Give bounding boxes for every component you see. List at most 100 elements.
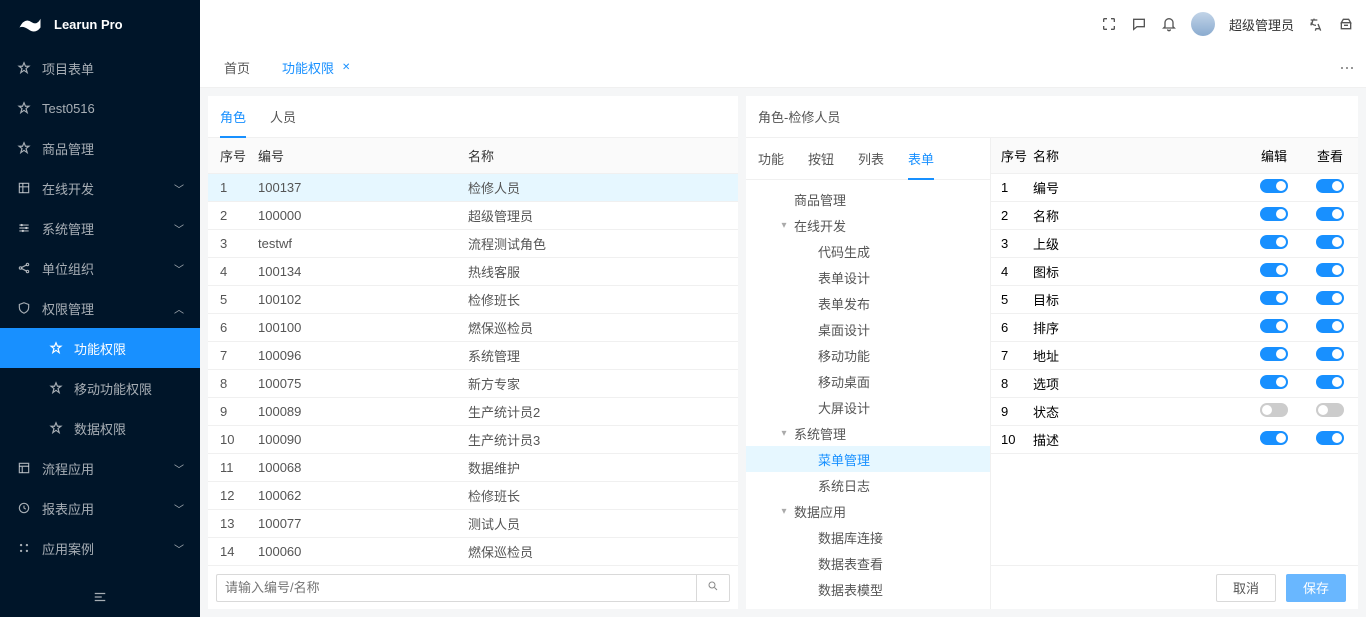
table-row[interactable]: 2100000超级管理员: [208, 202, 738, 230]
view-switch[interactable]: [1316, 403, 1344, 417]
edit-switch[interactable]: [1260, 179, 1288, 193]
table-row[interactable]: 8100075新方专家: [208, 370, 738, 398]
sidebar-item[interactable]: 项目表单: [0, 48, 200, 88]
theme-icon[interactable]: [1338, 16, 1354, 32]
view-switch[interactable]: [1316, 319, 1344, 333]
table-row[interactable]: 7100096系统管理: [208, 342, 738, 370]
edit-switch[interactable]: [1260, 319, 1288, 333]
bell-icon[interactable]: [1161, 16, 1177, 32]
sidebar-item[interactable]: 系统管理﹀: [0, 208, 200, 248]
sidebar-item[interactable]: 数据权限: [0, 408, 200, 448]
edit-switch[interactable]: [1260, 291, 1288, 305]
tree-node[interactable]: ▾系统管理: [746, 420, 990, 446]
view-switch[interactable]: [1316, 263, 1344, 277]
tree-node[interactable]: 移动功能: [746, 342, 990, 368]
message-icon[interactable]: [1131, 16, 1147, 32]
save-button[interactable]: 保存: [1286, 574, 1346, 602]
tree-node-label: 数据库连接: [818, 528, 883, 547]
sidebar-item[interactable]: 报表应用﹀: [0, 488, 200, 528]
collapse-sidebar-button[interactable]: [0, 577, 200, 617]
tree-node[interactable]: ▾在线开发: [746, 212, 990, 238]
view-switch[interactable]: [1316, 179, 1344, 193]
cell-code: 100096: [258, 348, 468, 363]
sidebar-item[interactable]: 应用案例﹀: [0, 528, 200, 568]
detail-tab[interactable]: 按钮: [808, 138, 834, 180]
detail-tab[interactable]: 功能: [758, 138, 784, 180]
edit-switch[interactable]: [1260, 375, 1288, 389]
cancel-button[interactable]: 取消: [1216, 574, 1276, 602]
sidebar-item[interactable]: 权限管理︿: [0, 288, 200, 328]
tree-node[interactable]: 移动桌面: [746, 368, 990, 394]
tree-node[interactable]: 数据源: [746, 602, 990, 609]
sidebar-item[interactable]: 移动功能权限: [0, 368, 200, 408]
tree-node[interactable]: 数据表查看: [746, 550, 990, 576]
table-row[interactable]: 11100068数据维护: [208, 454, 738, 482]
edit-switch[interactable]: [1260, 235, 1288, 249]
sidebar-item[interactable]: Test0516: [0, 88, 200, 128]
edit-switch[interactable]: [1260, 403, 1288, 417]
avatar[interactable]: [1191, 12, 1215, 36]
sidebar-item[interactable]: 商品管理: [0, 128, 200, 168]
edit-switch[interactable]: [1260, 431, 1288, 445]
search-input[interactable]: [216, 574, 696, 602]
sidebar-item[interactable]: 功能权限: [0, 328, 200, 368]
view-switch[interactable]: [1316, 207, 1344, 221]
fullscreen-icon[interactable]: [1101, 16, 1117, 32]
edit-switch[interactable]: [1260, 207, 1288, 221]
view-switch[interactable]: [1316, 291, 1344, 305]
cell-index: 5: [208, 292, 258, 307]
detail-tab[interactable]: 列表: [858, 138, 884, 180]
sidebar-item[interactable]: 流程应用﹀: [0, 448, 200, 488]
cell-code: 100062: [258, 488, 468, 503]
cell-index: 5: [991, 292, 1033, 307]
tree-node[interactable]: 表单发布: [746, 290, 990, 316]
col-name: 名称: [468, 146, 738, 165]
view-switch[interactable]: [1316, 347, 1344, 361]
table-row[interactable]: 3testwf流程测试角色: [208, 230, 738, 258]
cell-index: 2: [208, 208, 258, 223]
tree-node[interactable]: ▾数据应用: [746, 498, 990, 524]
cell-name: 新方专家: [468, 374, 738, 393]
tree-node[interactable]: 表单设计: [746, 264, 990, 290]
tree-node[interactable]: 系统日志: [746, 472, 990, 498]
tree-node[interactable]: 商品管理: [746, 186, 990, 212]
star-icon: [48, 421, 64, 435]
language-icon[interactable]: [1308, 16, 1324, 32]
table-row[interactable]: 13100077测试人员: [208, 510, 738, 538]
table-row[interactable]: 10100090生产统计员3: [208, 426, 738, 454]
sidebar-item[interactable]: 单位组织﹀: [0, 248, 200, 288]
tree-node[interactable]: 数据库连接: [746, 524, 990, 550]
tree-node[interactable]: 数据表模型: [746, 576, 990, 602]
star-icon: [16, 101, 32, 115]
edit-switch[interactable]: [1260, 263, 1288, 277]
view-switch[interactable]: [1316, 431, 1344, 445]
sidebar-item[interactable]: 在线开发﹀: [0, 168, 200, 208]
edit-switch[interactable]: [1260, 347, 1288, 361]
cell-name: 测试人员: [468, 514, 738, 533]
cell-index: 6: [991, 320, 1033, 335]
page-tab[interactable]: 功能权限✕: [266, 48, 366, 88]
view-switch[interactable]: [1316, 375, 1344, 389]
role-tab[interactable]: 人员: [270, 96, 296, 138]
tree-node[interactable]: 大屏设计: [746, 394, 990, 420]
close-icon[interactable]: ✕: [342, 62, 350, 73]
table-row[interactable]: 6100100燃保巡检员: [208, 314, 738, 342]
table-row[interactable]: 12100062检修班长: [208, 482, 738, 510]
tree-node[interactable]: 代码生成: [746, 238, 990, 264]
tabs-more-icon[interactable]: ···: [1327, 57, 1366, 78]
table-row[interactable]: 9100089生产统计员2: [208, 398, 738, 426]
table-row[interactable]: 1100137检修人员: [208, 174, 738, 202]
table-row[interactable]: 5100102检修班长: [208, 286, 738, 314]
username[interactable]: 超级管理员: [1229, 15, 1294, 34]
tree-node-label: 桌面设计: [818, 320, 870, 339]
sidebar-item-label: 功能权限: [74, 339, 126, 358]
tree-node[interactable]: 菜单管理: [746, 446, 990, 472]
tree-node[interactable]: 桌面设计: [746, 316, 990, 342]
search-button[interactable]: [696, 574, 730, 602]
table-row[interactable]: 14100060燃保巡检员: [208, 538, 738, 565]
role-tab[interactable]: 角色: [220, 96, 246, 138]
detail-tab[interactable]: 表单: [908, 138, 934, 180]
view-switch[interactable]: [1316, 235, 1344, 249]
table-row[interactable]: 4100134热线客服: [208, 258, 738, 286]
page-tab[interactable]: 首页: [208, 48, 266, 88]
